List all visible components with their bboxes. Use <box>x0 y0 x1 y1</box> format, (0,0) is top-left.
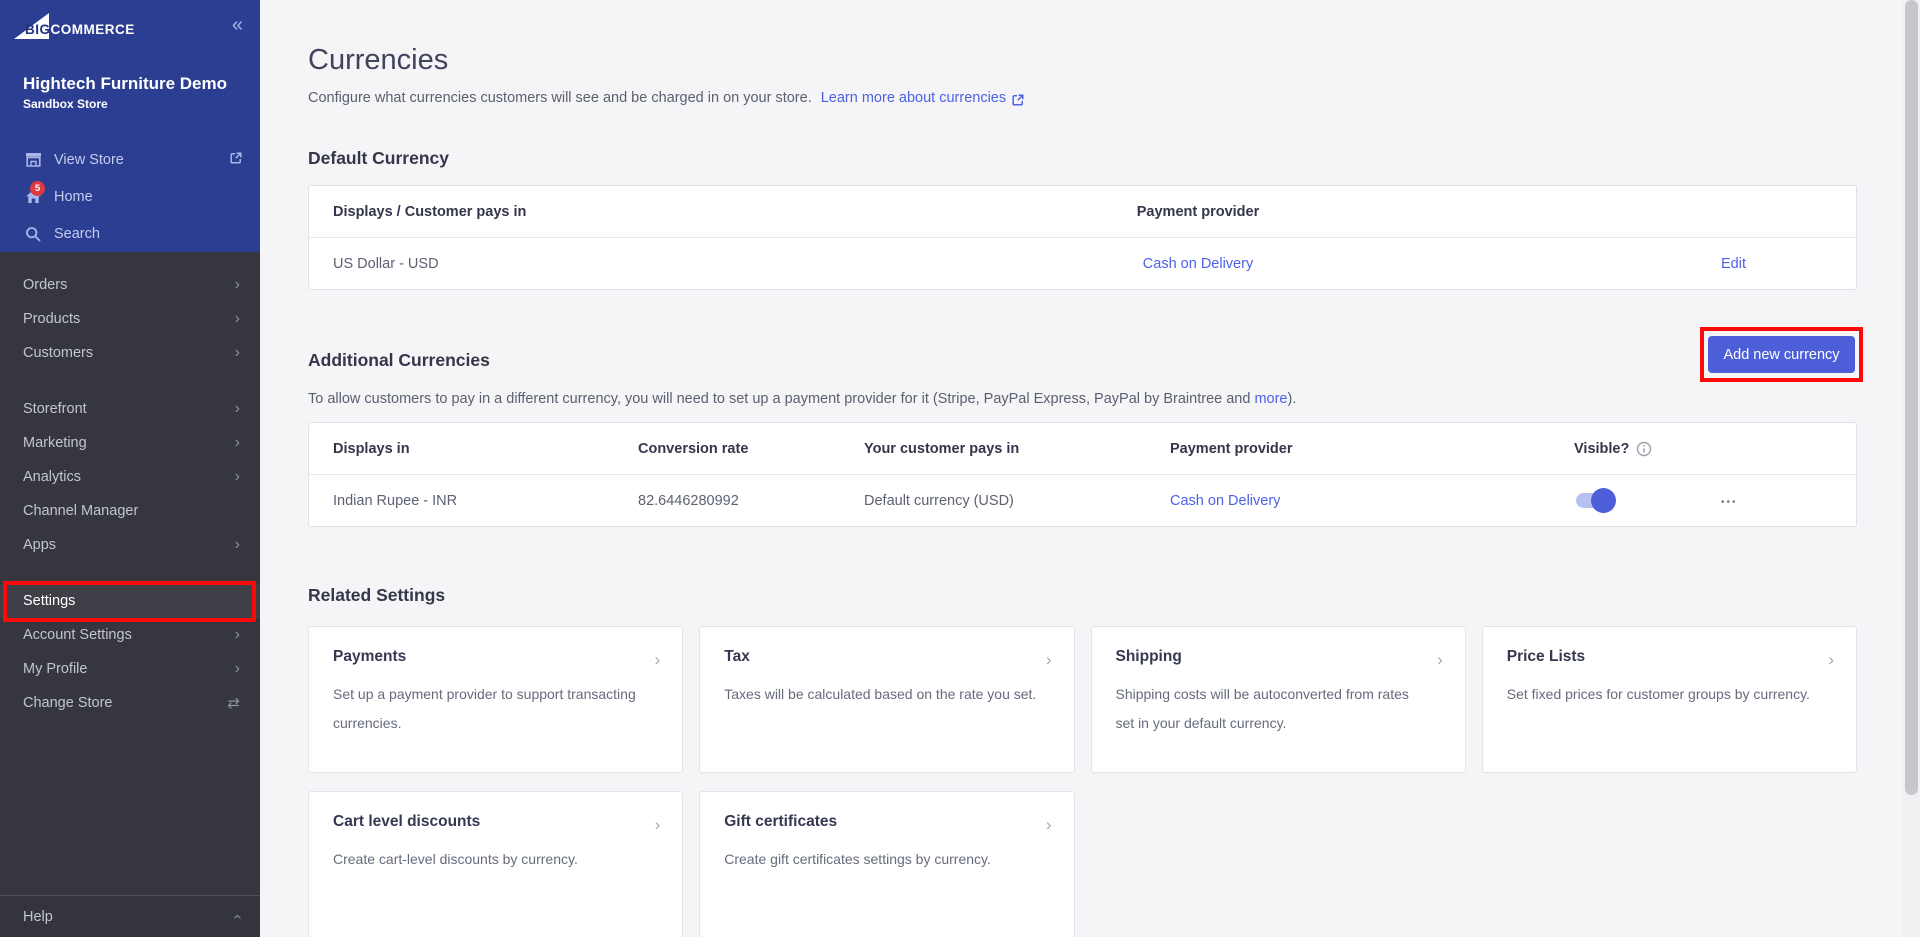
additional-currencies-section: Additional Currencies Add new currency T… <box>308 350 1857 527</box>
edit-link[interactable]: Edit <box>1721 256 1746 272</box>
sidebar-item-storefront[interactable]: Storefront› <box>0 392 260 426</box>
additional-currencies-table-header: Displays in Conversion rate Your custome… <box>309 423 1856 475</box>
chevron-right-icon: › <box>235 276 240 294</box>
default-currency-table: Displays / Customer pays in Payment prov… <box>308 185 1857 290</box>
card-cart-level-discounts[interactable]: Cart level discounts › Create cart-level… <box>308 791 683 937</box>
additional-currencies-description: To allow customers to pay in a different… <box>308 391 1857 407</box>
logo-row: BIGCOMMERCE « <box>0 0 260 50</box>
info-icon[interactable] <box>1636 441 1652 457</box>
chevron-right-icon: › <box>655 650 661 670</box>
sidebar-item-channel-manager[interactable]: Channel Manager <box>0 494 260 528</box>
additional-currencies-table: Displays in Conversion rate Your custome… <box>308 422 1857 527</box>
additional-currency-row: Indian Rupee - INR 82.6446280992 Default… <box>309 475 1856 526</box>
related-settings-cards: Payments › Set up a payment provider to … <box>308 626 1857 937</box>
column-header-payment-provider: Payment provider <box>1170 441 1574 457</box>
chevron-right-icon: › <box>235 344 240 362</box>
column-header-displays: Displays / Customer pays in <box>309 204 873 220</box>
nav-group-divider <box>0 562 260 584</box>
chevron-right-icon: › <box>1828 650 1834 670</box>
chevron-right-icon: › <box>235 660 240 678</box>
home-icon: 5 <box>23 189 43 204</box>
sidebar-item-customers[interactable]: Customers› <box>0 336 260 370</box>
sidebar-item-apps[interactable]: Apps› <box>0 528 260 562</box>
card-tax[interactable]: Tax › Taxes will be calculated based on … <box>699 626 1074 773</box>
sidebar-item-home[interactable]: 5 Home <box>0 178 260 215</box>
chevron-right-icon: › <box>655 815 661 835</box>
home-notification-badge: 5 <box>30 181 45 196</box>
chevron-right-icon: › <box>1437 650 1443 670</box>
column-header-displays-in: Displays in <box>309 441 638 457</box>
sidebar-item-products[interactable]: Products› <box>0 302 260 336</box>
card-payments[interactable]: Payments › Set up a payment provider to … <box>308 626 683 773</box>
sidebar-item-change-store[interactable]: Change Store⇄ <box>0 686 260 720</box>
external-link-icon <box>229 151 243 165</box>
vertical-scrollbar[interactable] <box>1903 0 1920 937</box>
sidebar-collapse-icon[interactable]: « <box>232 14 243 37</box>
card-gift-certificates[interactable]: Gift certificates › Create gift certific… <box>699 791 1074 937</box>
search-icon <box>23 226 43 242</box>
sidebar-item-analytics[interactable]: Analytics› <box>0 460 260 494</box>
toggle-knob <box>1591 488 1616 513</box>
sidebar-store-header: BIGCOMMERCE « Hightech Furniture Demo Sa… <box>0 0 260 252</box>
sidebar-item-marketing[interactable]: Marketing› <box>0 426 260 460</box>
currency-displays-in-cell: Indian Rupee - INR <box>309 493 638 509</box>
add-new-currency-button[interactable]: Add new currency <box>1708 336 1855 373</box>
row-actions-menu[interactable]: ••• <box>1721 497 1738 508</box>
default-currency-row: US Dollar - USD Cash on Delivery Edit <box>309 238 1856 289</box>
swap-arrows-icon: ⇄ <box>227 694 240 712</box>
chevron-right-icon: › <box>235 626 240 644</box>
search-label: Search <box>54 226 100 242</box>
sidebar: BIGCOMMERCE « Hightech Furniture Demo Sa… <box>0 0 260 937</box>
store-name: Hightech Furniture Demo <box>23 74 260 94</box>
page-title: Currencies <box>308 44 1857 77</box>
page-subtitle: Configure what currencies customers will… <box>308 90 1857 106</box>
sidebar-item-settings[interactable]: Settings <box>0 584 260 618</box>
sidebar-nav: Orders› Products› Customers› Storefront›… <box>0 252 260 720</box>
chevron-right-icon: › <box>235 434 240 452</box>
additional-currencies-heading: Additional Currencies <box>308 350 1857 371</box>
view-store-label: View Store <box>54 152 124 168</box>
sidebar-item-orders[interactable]: Orders› <box>0 268 260 302</box>
chevron-right-icon: › <box>235 310 240 328</box>
storefront-icon <box>23 152 43 167</box>
default-currency-table-header: Displays / Customer pays in Payment prov… <box>309 186 1856 238</box>
chevron-right-icon: › <box>235 468 240 486</box>
column-header-conversion-rate: Conversion rate <box>638 441 864 457</box>
conversion-rate-cell: 82.6446280992 <box>638 493 864 509</box>
sidebar-item-help[interactable]: Help › <box>0 895 260 937</box>
column-header-customer-pays-in: Your customer pays in <box>864 441 1170 457</box>
default-currency-heading: Default Currency <box>308 148 1857 169</box>
column-header-payment-provider: Payment provider <box>873 204 1523 220</box>
external-link-icon <box>1011 93 1025 107</box>
payment-provider-link[interactable]: Cash on Delivery <box>1170 493 1280 509</box>
home-label: Home <box>54 189 93 205</box>
customer-pays-in-cell: Default currency (USD) <box>864 493 1170 509</box>
chevron-right-icon: › <box>235 400 240 418</box>
nav-group-divider <box>0 370 260 392</box>
chevron-right-icon: › <box>235 536 240 554</box>
more-providers-link[interactable]: more <box>1254 391 1287 407</box>
chevron-up-icon: › <box>228 914 246 919</box>
chevron-right-icon: › <box>1046 650 1052 670</box>
chevron-right-icon: › <box>1046 815 1052 835</box>
sidebar-item-search[interactable]: Search <box>0 215 260 252</box>
sidebar-item-view-store[interactable]: View Store <box>0 141 260 178</box>
visible-toggle[interactable] <box>1576 493 1614 508</box>
store-type: Sandbox Store <box>23 97 260 111</box>
main-content: Currencies Configure what currencies cus… <box>260 0 1903 937</box>
related-settings-heading: Related Settings <box>308 585 1857 606</box>
sidebar-item-my-profile[interactable]: My Profile› <box>0 652 260 686</box>
default-currency-display-cell: US Dollar - USD <box>309 256 873 272</box>
card-shipping[interactable]: Shipping › Shipping costs will be autoco… <box>1091 626 1466 773</box>
payment-provider-link[interactable]: Cash on Delivery <box>1143 256 1253 272</box>
red-annotation-box-add-currency: Add new currency <box>1700 327 1863 382</box>
card-price-lists[interactable]: Price Lists › Set fixed prices for custo… <box>1482 626 1857 773</box>
help-label: Help <box>23 909 53 925</box>
bigcommerce-logo-text: BIGCOMMERCE <box>25 22 135 37</box>
column-header-visible: Visible? <box>1574 441 1629 457</box>
scrollbar-thumb[interactable] <box>1905 0 1918 795</box>
sidebar-item-account-settings[interactable]: Account Settings› <box>0 618 260 652</box>
learn-more-link[interactable]: Learn more about currencies <box>821 90 1006 106</box>
